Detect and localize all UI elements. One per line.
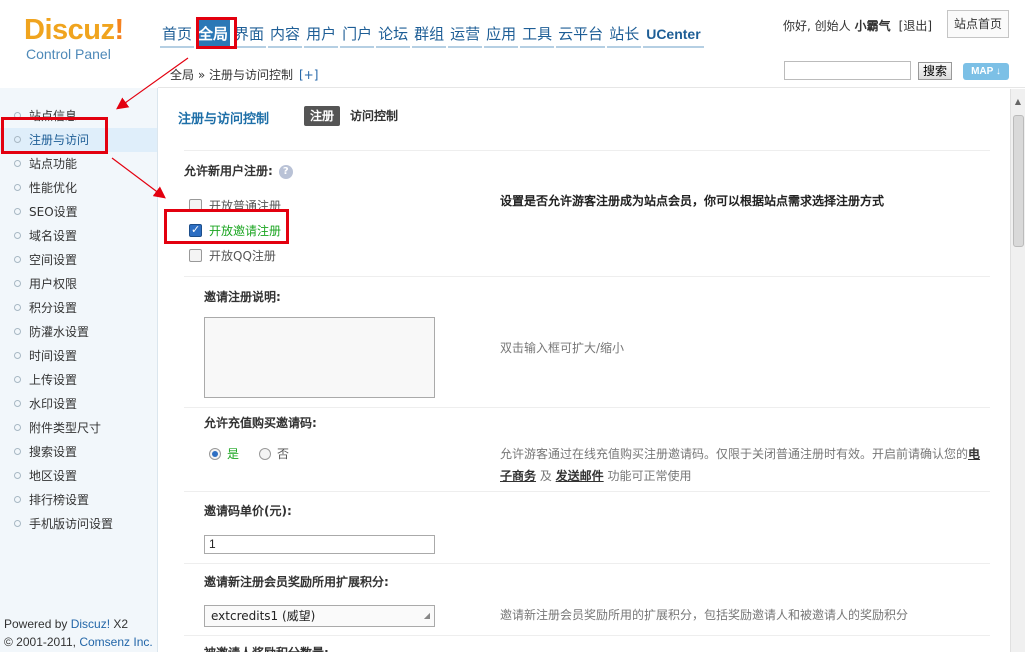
sidebar-item-watermark[interactable]: 水印设置 — [0, 392, 157, 416]
powered-by: Powered by Discuz! X2 — [4, 617, 129, 631]
nav-portal[interactable]: 门户 — [340, 20, 375, 48]
sidebar-item-site-features[interactable]: 站点功能 — [0, 152, 157, 176]
invite-credit-description: 邀请新注册会员奖励所用的扩展积分，包括奖励邀请人和被邀请人的奖励积分 — [500, 608, 909, 622]
sidebar-item-permissions[interactable]: 用户权限 — [0, 272, 157, 296]
logout-link[interactable]: [退出] — [899, 17, 932, 34]
select-arrow-icon: ◢ — [423, 611, 430, 620]
tab-register[interactable]: 注册 — [304, 106, 341, 126]
logo-subtitle: Control Panel — [26, 46, 111, 62]
sidebar-item-mobile[interactable]: 手机版访问设置 — [0, 512, 157, 536]
add-shortcut-link[interactable]: [+] — [299, 68, 318, 82]
send-mail-link[interactable]: 发送邮件 — [556, 469, 604, 483]
site-home-button[interactable]: 站点首页 — [947, 10, 1009, 38]
radio-yes[interactable] — [209, 447, 221, 460]
option-qq-register[interactable]: 开放QQ注册 — [189, 247, 276, 263]
discuz-logo[interactable]: Discuz! Control Panel — [24, 14, 154, 62]
invite-credit-select[interactable]: extcredits1 (威望) ◢ — [204, 605, 435, 627]
logo-text: Discuz! — [24, 14, 124, 46]
breadcrumb: 全局 » 注册与访问控制 [+] — [170, 68, 319, 82]
ecommerce-link[interactable]: 电 — [968, 447, 980, 461]
nav-tools[interactable]: 工具 — [520, 20, 555, 48]
sidebar-item-time[interactable]: 时间设置 — [0, 344, 157, 368]
sidebar-item-site-info[interactable]: 站点信息 — [0, 104, 157, 128]
comsenz-link[interactable]: Comsenz Inc. — [79, 635, 152, 649]
invite-description-textarea[interactable] — [204, 317, 435, 398]
nav-cloud[interactable]: 云平台 — [556, 20, 606, 48]
textarea-hint: 双击输入框可扩大/缩小 — [500, 341, 625, 355]
buy-invite-code-label: 允许充值购买邀请码: — [204, 416, 317, 430]
main-content: 注册与访问控制 注册 访问控制 允许新用户注册:? 开放普通注册 开放邀请注册 … — [159, 89, 1010, 652]
divider — [184, 491, 990, 492]
sidebar-item-credits[interactable]: 积分设置 — [0, 296, 157, 320]
sidebar-item-upload[interactable]: 上传设置 — [0, 368, 157, 392]
sidebar-item-ranking[interactable]: 排行榜设置 — [0, 488, 157, 512]
invitee-reward-label: 被邀请人奖励积分数量: — [204, 644, 329, 652]
nav-user[interactable]: 用户 — [304, 20, 339, 48]
invite-price-input[interactable]: 1 — [204, 535, 435, 554]
invite-description-label: 邀请注册说明: — [204, 290, 281, 304]
buy-invite-code-radio-group: 是 否 — [209, 445, 309, 462]
sidebar: 站点信息 注册与访问 站点功能 性能优化 SEO设置 域名设置 空间设置 用户权… — [0, 88, 158, 652]
nav-operation[interactable]: 运营 — [448, 20, 483, 48]
top-navigation: 首页 全局 界面 内容 用户 门户 论坛 群组 运营 应用 工具 云平台 站长 … — [160, 20, 704, 48]
scrollbar[interactable]: ▲ — [1010, 89, 1025, 652]
divider — [184, 635, 990, 636]
user-info: 你好, 创始人 小霸气 [退出] — [783, 14, 932, 36]
divider — [184, 276, 990, 277]
divider — [184, 407, 990, 408]
discuz-link[interactable]: Discuz! — [71, 617, 110, 631]
ecommerce-link-cont[interactable]: 子商务 — [500, 469, 536, 483]
greeting: 你好, 创始人 — [783, 18, 851, 33]
nav-global[interactable]: 全局 — [196, 20, 231, 48]
sidebar-item-performance[interactable]: 性能优化 — [0, 176, 157, 200]
page-title: 注册与访问控制 — [178, 112, 270, 127]
sidebar-menu: 站点信息 注册与访问 站点功能 性能优化 SEO设置 域名设置 空间设置 用户权… — [0, 104, 157, 536]
nav-forum[interactable]: 论坛 — [376, 20, 411, 48]
divider — [184, 563, 990, 564]
username: 小霸气 — [854, 18, 891, 33]
option-invite-register[interactable]: 开放邀请注册 — [189, 222, 281, 238]
sidebar-item-register-access[interactable]: 注册与访问 — [0, 128, 157, 152]
buy-invite-code-description: 允许游客通过在线充值购买注册邀请码。仅限于关闭普通注册时有效。开启前请确认您的电… — [500, 447, 981, 483]
nav-apps[interactable]: 应用 — [484, 20, 519, 48]
sidebar-item-seo[interactable]: SEO设置 — [0, 200, 157, 224]
sidebar-item-space[interactable]: 空间设置 — [0, 248, 157, 272]
divider — [184, 150, 990, 151]
invite-price-label: 邀请码单价(元): — [204, 504, 292, 518]
map-button[interactable]: MAP ↓ — [963, 63, 1009, 80]
checkbox-normal-register[interactable] — [189, 198, 202, 212]
tab-access-control[interactable]: 访问控制 — [344, 106, 404, 126]
sidebar-item-search[interactable]: 搜索设置 — [0, 440, 157, 464]
breadcrumb-bar: 全局 » 注册与访问控制 [+] 搜索 MAP ↓ — [158, 56, 1025, 88]
invite-credit-label: 邀请新注册会员奖励所用扩展积分: — [204, 575, 389, 589]
search-button[interactable]: 搜索 — [918, 62, 952, 80]
sidebar-item-domain[interactable]: 域名设置 — [0, 224, 157, 248]
allow-register-label: 允许新用户注册:? — [184, 162, 293, 179]
scroll-up-icon[interactable]: ▲ — [1012, 97, 1024, 111]
copyright: © 2001-2011, Comsenz Inc. — [4, 635, 153, 649]
search-input[interactable] — [784, 61, 911, 80]
sidebar-item-anti-spam[interactable]: 防灌水设置 — [0, 320, 157, 344]
checkbox-qq-register[interactable] — [189, 248, 202, 262]
sub-tabs: 注册 访问控制 — [304, 106, 408, 126]
sidebar-item-region[interactable]: 地区设置 — [0, 464, 157, 488]
nav-ucenter[interactable]: UCenter — [643, 20, 704, 48]
option-normal-register[interactable]: 开放普通注册 — [189, 197, 281, 213]
radio-no[interactable] — [259, 447, 272, 460]
nav-home[interactable]: 首页 — [160, 20, 195, 48]
nav-style[interactable]: 界面 — [232, 20, 267, 48]
help-icon[interactable]: ? — [278, 164, 293, 179]
sidebar-item-attachment-types[interactable]: 附件类型尺寸 — [0, 416, 157, 440]
nav-webmaster[interactable]: 站长 — [607, 20, 642, 48]
allow-register-description: 设置是否允许游客注册成为站点会员，你可以根据站点需求选择注册方式 — [500, 194, 885, 208]
nav-group[interactable]: 群组 — [412, 20, 447, 48]
checkbox-invite-register[interactable] — [189, 223, 202, 237]
nav-content[interactable]: 内容 — [268, 20, 303, 48]
scrollbar-thumb[interactable] — [1013, 115, 1024, 247]
